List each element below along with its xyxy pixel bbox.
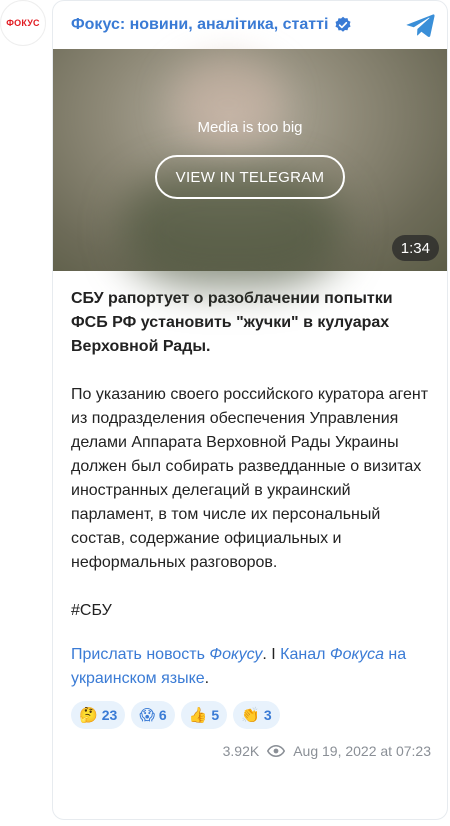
post-links: Прислать новость Фокусу. I Канал Фокуса … <box>71 643 429 691</box>
post-card: Фокус: новини, аналітика, статті Media i… <box>52 0 448 820</box>
view-in-telegram-button[interactable]: VIEW IN TELEGRAM <box>155 155 345 199</box>
post-headline: СБУ рапортует о разоблачении попытки ФСБ… <box>71 290 393 355</box>
reaction-clap[interactable]: 👏 3 <box>233 701 280 729</box>
screaming-face-icon: 😱 <box>139 707 155 724</box>
reaction-count: 3 <box>263 707 272 723</box>
post-header: Фокус: новини, аналітика, статті <box>53 1 447 49</box>
media-too-big-message: Media is too big <box>197 119 303 136</box>
eye-icon <box>267 745 286 757</box>
fokusu-text: Фокусу <box>209 646 263 663</box>
thinking-face-icon: 🤔 <box>79 707 98 724</box>
send-news-link[interactable]: Прислать новость Фокусу <box>71 646 262 663</box>
reaction-scream[interactable]: 😱 6 <box>131 701 175 729</box>
post-date[interactable]: Aug 19, 2022 at 07:23 <box>293 743 431 759</box>
reactions-bar: 🤔 23 😱 6 👍 5 👏 3 <box>53 691 447 729</box>
video-preview[interactable]: Media is too big VIEW IN TELEGRAM 1:34 <box>53 49 447 289</box>
reaction-count: 5 <box>211 707 220 723</box>
post-paragraph: По указанию своего российского куратора … <box>71 386 429 571</box>
fokusa-text: Фокуса <box>329 646 384 663</box>
post-footer: 3.92K Aug 19, 2022 at 07:23 <box>53 729 447 759</box>
reaction-thinking[interactable]: 🤔 23 <box>71 701 126 729</box>
channel-title[interactable]: Фокус: новини, аналітика, статті <box>71 16 328 34</box>
view-count: 3.92K <box>222 743 260 759</box>
link-end: . <box>204 670 210 687</box>
reaction-thumbs-up[interactable]: 👍 5 <box>180 701 228 729</box>
channel-text: Канал <box>280 646 330 663</box>
link-separator: . I <box>262 646 281 663</box>
verified-badge-icon <box>335 16 351 32</box>
send-news-text: Прислать новость <box>71 646 210 663</box>
video-duration-badge: 1:34 <box>391 235 439 261</box>
reaction-count: 23 <box>101 707 118 723</box>
reaction-count: 6 <box>158 707 167 723</box>
telegram-icon[interactable] <box>405 9 437 41</box>
post-hashtag[interactable]: #СБУ <box>71 599 429 623</box>
thumbs-up-icon: 👍 <box>188 707 208 724</box>
clapping-hands-icon: 👏 <box>241 707 260 724</box>
post-body: СБУ рапортует о разоблачении попытки ФСБ… <box>53 271 447 691</box>
avatar-logo-text: ФОКУС <box>6 18 40 28</box>
channel-avatar[interactable]: ФОКУС <box>0 0 46 46</box>
